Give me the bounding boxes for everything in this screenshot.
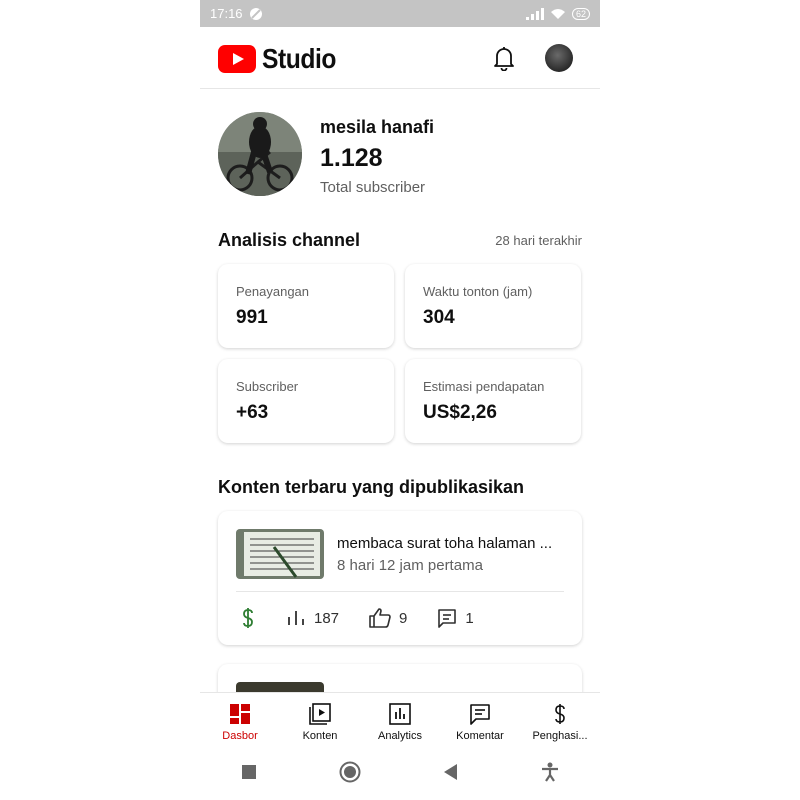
video-title[interactable]: membaca surat toha halaman ... (337, 535, 567, 552)
home-circle-icon (339, 761, 360, 782)
nav-label: Analytics (377, 730, 423, 742)
app-title: Studio (262, 43, 337, 74)
dollar-icon (243, 608, 253, 628)
status-time: 17:16 (210, 6, 243, 21)
likes-stat: 9 (369, 608, 407, 628)
subscriber-count: 1.128 (320, 144, 383, 172)
subscribers-card[interactable]: Subscriber +63 (218, 359, 394, 443)
nav-monetization[interactable]: Penghasi... (520, 693, 600, 749)
comments-icon (470, 704, 490, 725)
card-value: 991 (236, 307, 268, 328)
monetization-icon (555, 704, 565, 724)
nav-label: Dasbor (222, 730, 258, 742)
views-stat: 187 (286, 609, 339, 627)
comment-icon (438, 609, 457, 628)
card-value: +63 (236, 402, 269, 423)
watch-time-card[interactable]: Waktu tonton (jam) 304 (405, 264, 581, 348)
monetization-status (240, 607, 256, 629)
nav-label: Komentar (456, 730, 504, 742)
quran-page-thumbnail-icon (236, 529, 324, 579)
status-bar: 17:16 62 (200, 0, 600, 27)
recent-apps-button[interactable] (241, 764, 256, 784)
nav-content[interactable]: Konten (280, 693, 360, 749)
analytics-period: 28 hari terakhir (495, 233, 582, 248)
thumbs-up-icon (369, 608, 391, 628)
recent-content-title: Konten terbaru yang dipublikasikan (218, 477, 525, 497)
content-icon (309, 703, 331, 725)
studio-logo[interactable]: Studio (218, 43, 346, 75)
card-label: Subscriber (236, 379, 299, 394)
analytics-title: Analisis channel (218, 230, 361, 250)
nav-analytics[interactable]: Analytics (360, 693, 440, 749)
video-subtitle: 8 hari 12 jam pertama (337, 557, 483, 574)
battery-indicator: 62 (571, 7, 590, 20)
signal-icon (525, 7, 544, 20)
video-thumbnail[interactable] (236, 529, 324, 579)
card-value: US$2,26 (423, 402, 497, 423)
accessibility-button[interactable] (541, 762, 559, 787)
analytics-icon (389, 703, 411, 725)
account-avatar[interactable] (545, 44, 573, 72)
nav-label: Konten (302, 730, 338, 742)
channel-avatar (218, 112, 302, 196)
square-icon (241, 764, 256, 779)
card-value: 304 (423, 307, 455, 328)
dashboard-icon (230, 704, 250, 724)
card-label: Penayangan (236, 284, 310, 299)
divider (236, 591, 564, 592)
revenue-card[interactable]: Estimasi pendapatan US$2,26 (405, 359, 581, 443)
likes-count: 9 (399, 609, 408, 627)
card-label: Estimasi pendapatan (423, 379, 545, 394)
youtube-logo-icon (218, 45, 256, 73)
views-count: 187 (314, 609, 340, 627)
video-stats: 187 9 1 (240, 607, 504, 629)
subscriber-label: Total subscriber (320, 179, 426, 196)
bar-chart-icon (288, 611, 304, 625)
cyclist-photo-icon (218, 112, 302, 196)
notifications-button[interactable] (492, 45, 516, 76)
app-bar: Studio (200, 27, 600, 89)
sync-icon (249, 7, 262, 20)
bottom-navigation: Dasbor Konten Analytics Komentar Penghas… (200, 692, 600, 749)
card-label: Waktu tonton (jam) (423, 284, 533, 299)
wifi-icon (550, 8, 565, 19)
phone-screen: 17:16 62 Studio mesila hanafi 1.128 Tota… (200, 0, 600, 800)
video-card[interactable]: membaca surat toha halaman ... 8 hari 12… (218, 511, 582, 645)
channel-name: mesila hanafi (320, 117, 435, 137)
back-button[interactable] (443, 763, 458, 785)
comments-stat: 1 (437, 608, 474, 628)
views-card[interactable]: Penayangan 991 (218, 264, 394, 348)
nav-comments[interactable]: Komentar (440, 693, 520, 749)
home-button[interactable] (339, 761, 361, 788)
accessibility-icon (541, 762, 558, 782)
system-navigation (200, 748, 600, 800)
nav-dashboard[interactable]: Dasbor (200, 693, 280, 749)
bell-icon (494, 47, 514, 72)
back-triangle-icon (443, 763, 457, 780)
comments-count: 1 (465, 609, 474, 627)
nav-label: Penghasi... (532, 730, 588, 742)
